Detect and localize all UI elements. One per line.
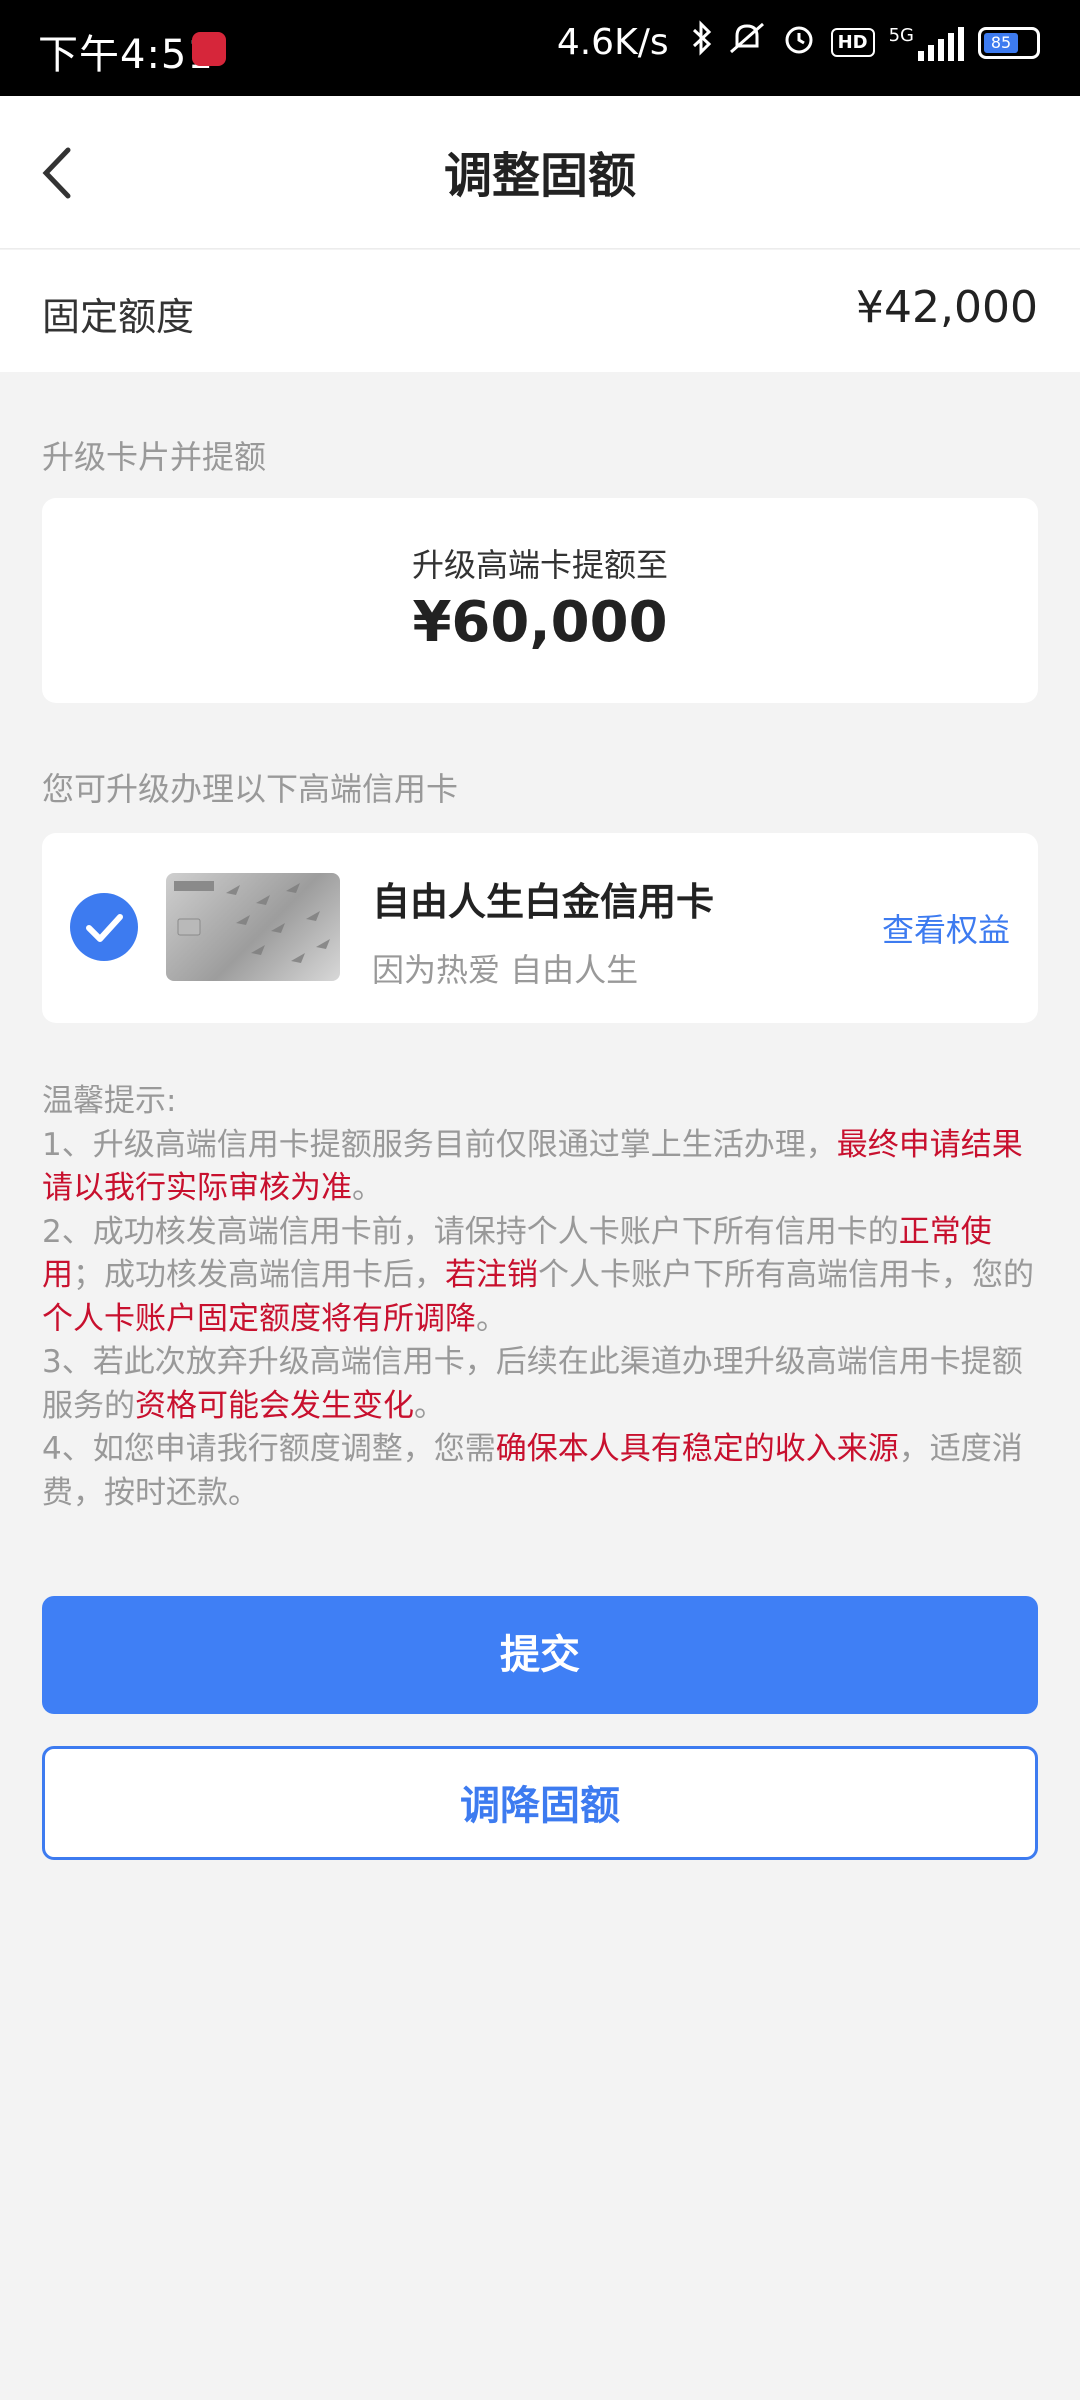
tips-title: 温馨提示: [42, 1083, 177, 1119]
status-icons: 4.6K/s HD 5G 85 [557, 20, 1040, 65]
selected-check-icon[interactable] [70, 893, 138, 961]
fixed-limit-value: ¥42,000 [856, 282, 1038, 333]
mute-icon [727, 20, 767, 65]
tip-4: 4、如您申请我行额度调整，您需确保本人具有稳定的收入来源，适度消费，按时还款。 [42, 1431, 1023, 1511]
card-image [166, 873, 340, 981]
tip-2: 2、成功核发高端信用卡前，请保持个人卡账户下所有信用卡的正常使用；成功核发高端信… [42, 1213, 1034, 1337]
card-slogan: 因为热爱 自由人生 [372, 951, 639, 989]
card-section-label: 您可升级办理以下高端信用卡 [42, 770, 459, 808]
card-option[interactable]: 自由人生白金信用卡 因为热爱 自由人生 查看权益 [42, 833, 1038, 1023]
network-speed: 4.6K/s [556, 22, 669, 63]
signal-icon: 5G [889, 25, 964, 61]
upgrade-subtitle: 升级高端卡提额至 [411, 546, 668, 584]
tip-1: 1、升级高端信用卡提额服务目前仅限通过掌上生活办理，最终申请结果请以我行实际审核… [42, 1126, 1023, 1207]
fixed-limit-row: 固定额度 ¥42,000 [0, 250, 1080, 372]
tips-block: 温馨提示: 1、升级高端信用卡提额服务目前仅限通过掌上生活办理，最终申请结果请以… [42, 1080, 1042, 1515]
lower-limit-button[interactable]: 调降固额 [42, 1746, 1038, 1860]
view-benefits-link[interactable]: 查看权益 [882, 905, 1010, 951]
page-title: 调整固额 [443, 148, 636, 204]
upgrade-amount: ¥60,000 [412, 590, 668, 655]
nav-header: 调整固额 [0, 96, 1080, 249]
upgrade-amount-card: 升级高端卡提额至 ¥60,000 [42, 498, 1038, 703]
tip-3: 3、若此次放弃升级高端信用卡，后续在此渠道办理升级高端信用卡提额服务的资格可能会… [42, 1344, 1023, 1424]
upgrade-section-label: 升级卡片并提额 [42, 438, 267, 476]
status-time: 下午4:51 [38, 32, 214, 78]
card-name: 自由人生白金信用卡 [372, 880, 715, 924]
fixed-limit-label: 固定额度 [42, 295, 195, 339]
alarm-icon [781, 20, 817, 65]
status-bar: 下午4:51 4.6K/s HD 5G 85 [0, 0, 1080, 96]
bank-app-icon [192, 32, 226, 66]
battery-icon: 85 [978, 26, 1040, 59]
bluetooth-icon [691, 20, 713, 65]
hd-icon: HD [830, 28, 875, 57]
submit-button[interactable]: 提交 [42, 1596, 1038, 1714]
